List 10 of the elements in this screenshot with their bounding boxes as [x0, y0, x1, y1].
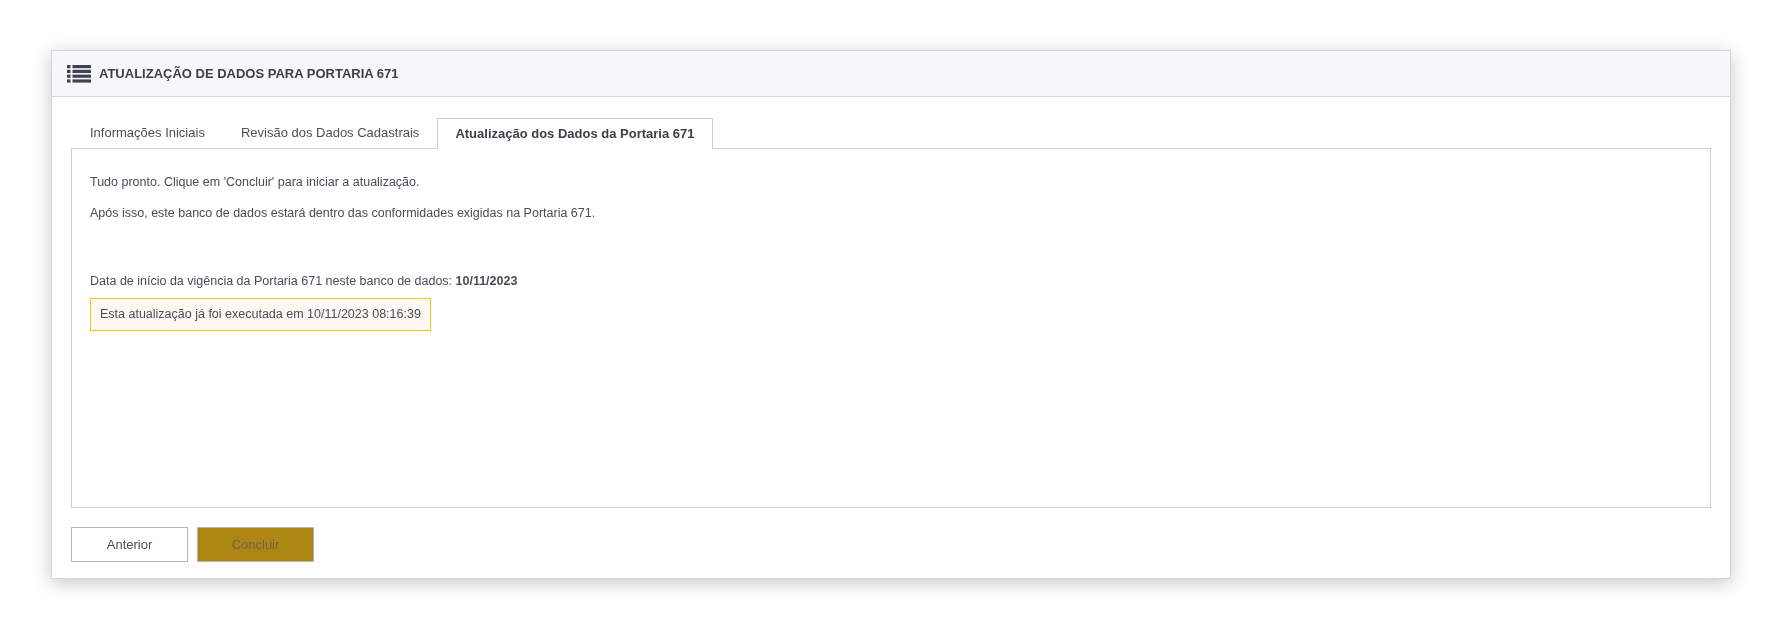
start-date-text: Data de início da vigência da Portaria 671 neste banco de dados: 10/11/2023 [90, 273, 518, 289]
tab[interactable]: Informações Iniciais [72, 117, 223, 148]
notice-box: Esta atualização já foi executada em 10/11/2023 08:16:39 [90, 298, 431, 331]
tab[interactable]: Atualização dos Dados da Portaria 671 [437, 118, 713, 149]
panel-title: ATUALIZAÇÃO DE DADOS PARA PORTARIA 671 [99, 64, 399, 83]
info-text: Tudo pronto. Clique em 'Concluir' para iniciar a atualização. [90, 174, 420, 190]
previous-button[interactable]: Anterior [71, 527, 188, 562]
info-text: Após isso, este banco de dados estará dentro das conformidades exigidas na Portaria 671. [90, 205, 596, 221]
tab[interactable]: Revisão dos Dados Cadastrais [222, 117, 438, 148]
list-icon [67, 64, 91, 83]
